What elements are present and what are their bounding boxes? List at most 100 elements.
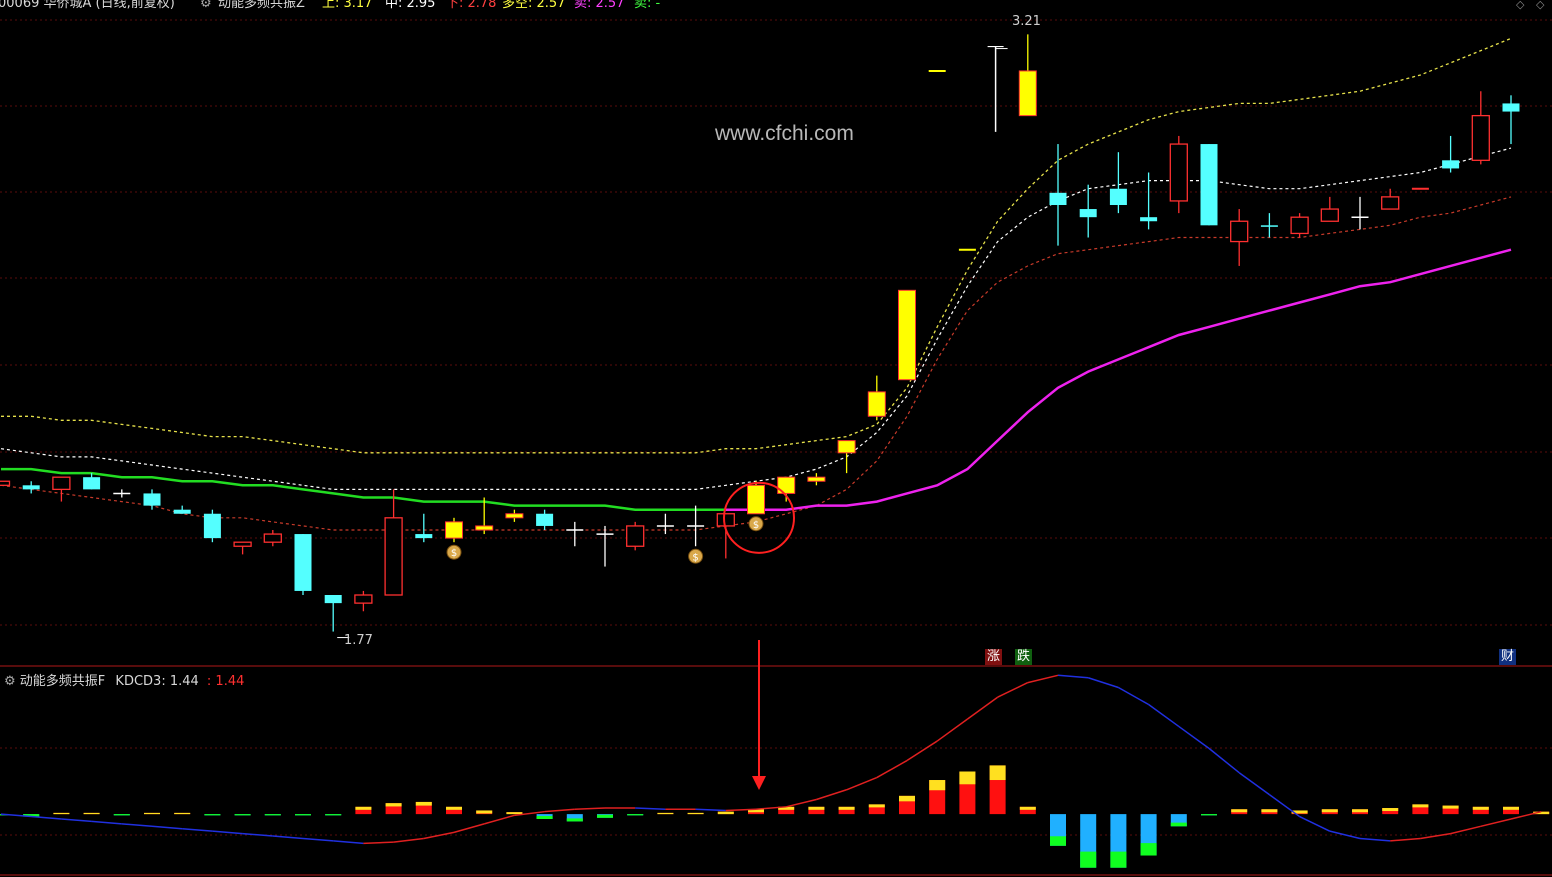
momentum-bar-cap: [536, 815, 553, 819]
oscillator-line: [635, 807, 666, 810]
oscillator-line: [1148, 703, 1180, 728]
momentum-bar-cap: [1472, 806, 1489, 810]
candle: [1442, 160, 1460, 169]
oscillator-line: [1299, 815, 1331, 832]
oscillator-line: [695, 808, 726, 812]
oscillator-line: [453, 823, 485, 834]
candle: [1320, 208, 1339, 222]
oscillator-line: [1450, 825, 1481, 835]
oscillator-line: [91, 820, 122, 825]
ma-line-magenta: [725, 248, 1512, 511]
momentum-bar-cap: [1080, 851, 1097, 868]
candle: [1140, 217, 1158, 222]
oscillator-line: [997, 681, 1029, 698]
oscillator-line: [786, 798, 817, 808]
momentum-bar-cap: [657, 812, 674, 815]
candle: [1079, 209, 1097, 218]
oscillator-line: [1238, 772, 1270, 796]
low-price-label: 1.77: [344, 633, 373, 648]
settings-icon[interactable]: ⚙: [200, 0, 212, 11]
lower-band-line: [0, 196, 1512, 531]
candle: [52, 476, 71, 491]
momentum-bar-cap: [899, 795, 915, 802]
oscillator-line: [302, 837, 334, 842]
oscillator-line: [1480, 818, 1512, 828]
momentum-bar-cap: [506, 812, 523, 815]
momentum-bar-cap: [1352, 809, 1368, 813]
oscillator-line: [906, 740, 938, 762]
oscillator-line: [816, 789, 847, 801]
sell2-label: 卖: -: [634, 0, 661, 11]
candle: [324, 595, 342, 604]
kdcd-label: KDCD3: 1.44: [115, 674, 199, 689]
oscillator-line: [393, 837, 424, 843]
candle: [1230, 220, 1249, 243]
momentum-bar-cap: [1503, 806, 1519, 810]
momentum-bar-cap: [1382, 808, 1399, 812]
candle: [898, 289, 916, 381]
candle: [203, 513, 221, 539]
settings-corner-icon[interactable]: ◇: [1536, 0, 1544, 11]
momentum-bar-cap: [264, 814, 281, 816]
candle: [475, 525, 494, 531]
oscillator-line: [574, 807, 606, 810]
candle: [1260, 225, 1278, 227]
momentum-bar-cap: [868, 804, 885, 808]
momentum-bar-cap: [385, 803, 402, 807]
candle: [1109, 188, 1127, 205]
oscillator-line: [61, 818, 92, 823]
momentum-bar-cap: [83, 812, 100, 815]
rise-tag[interactable]: 涨: [985, 649, 1003, 665]
momentum-bar-cap: [929, 780, 946, 791]
candle: [445, 521, 463, 539]
momentum-bar-cap: [1321, 809, 1338, 813]
duokong-label: 多空: 2.57: [502, 0, 566, 11]
momentum-bar-cap: [1170, 822, 1187, 827]
candle: [263, 533, 282, 543]
momentum-bar-cap: [808, 806, 825, 810]
lower-band-label: 下: 2.78: [446, 0, 497, 11]
oscillator-line: [936, 718, 968, 742]
momentum-bar-cap: [597, 814, 613, 818]
candle: [83, 477, 101, 490]
oscillator-line: [121, 823, 153, 828]
momentum-bar-cap: [295, 814, 311, 816]
candle: [1381, 196, 1400, 210]
candle: [1502, 103, 1520, 112]
candle: [354, 594, 373, 604]
oscillator-line: [1027, 674, 1059, 684]
high-price-label: 3.21: [1012, 14, 1041, 29]
middle-band-line: [0, 147, 1512, 490]
candle: [1049, 192, 1067, 205]
oscillator-line: [212, 830, 243, 835]
candle: [536, 513, 554, 526]
oscillator-line: [966, 696, 999, 720]
momentum-bar-cap: [838, 806, 855, 810]
finance-tag[interactable]: 财: [1499, 649, 1517, 665]
pointer-arrow-head: [752, 776, 766, 790]
candle: [294, 534, 312, 591]
oscillator-line: [1087, 677, 1119, 689]
candle: [384, 517, 403, 596]
momentum-bar-cap: [1140, 843, 1157, 856]
momentum-bar-cap: [1442, 805, 1459, 809]
oscillator-line: [31, 815, 62, 820]
momentum-bar-cap: [989, 765, 1006, 781]
candle: [837, 440, 856, 454]
diamond-icon[interactable]: ◇: [1516, 0, 1524, 11]
momentum-bar-cap: [1412, 804, 1429, 808]
indicator-name: 动能多频共振Z: [218, 0, 305, 11]
oscillator-line: [544, 808, 575, 813]
oscillator-line: [1420, 832, 1451, 840]
fall-tag[interactable]: 跌: [1015, 649, 1033, 665]
oscillator-line: [876, 759, 908, 779]
candle: [505, 513, 524, 519]
momentum-bar-cap: [325, 814, 342, 816]
sub-settings-icon[interactable]: ⚙: [4, 674, 16, 689]
momentum-bar-cap: [1110, 851, 1127, 868]
oscillator-line: [182, 827, 213, 832]
candle: [1018, 70, 1037, 117]
middle-band-label: 中: 2.95: [385, 0, 436, 11]
upper-band-line: [1, 37, 1512, 454]
candle: [747, 484, 765, 515]
